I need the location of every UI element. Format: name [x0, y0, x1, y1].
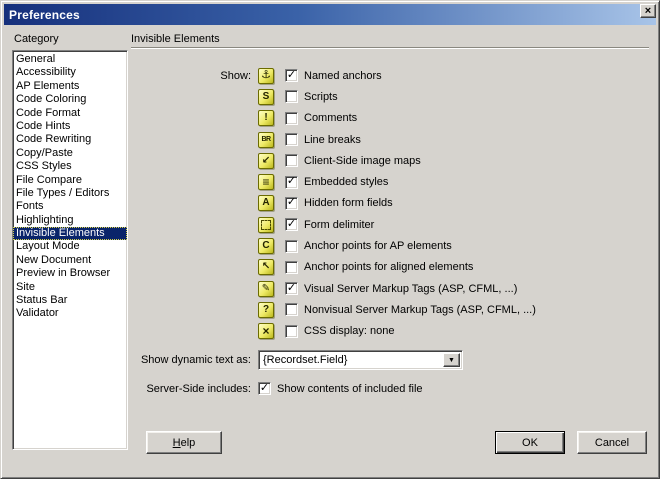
category-list-item[interactable]: General	[13, 53, 127, 66]
show-label: Show:	[131, 70, 258, 82]
category-list-item[interactable]: Status Bar	[13, 294, 127, 307]
visual-server-markup-icon: ✎	[258, 281, 274, 297]
element-checkbox-label: Nonvisual Server Markup Tags (ASP, CFML,…	[304, 304, 653, 316]
category-list: GeneralAccessibilityAP ElementsCode Colo…	[12, 50, 128, 450]
category-list-item[interactable]: Invisible Elements	[13, 227, 127, 240]
category-list-item[interactable]: Code Coloring	[13, 93, 127, 106]
ap-element-anchor-icon: C	[258, 238, 274, 254]
form-delimiter-icon	[258, 217, 274, 233]
title-bar[interactable]: Preferences	[4, 4, 656, 25]
category-list-item[interactable]: Code Format	[13, 107, 127, 120]
invisible-element-row: ✎ ✓ Visual Server Markup Tags (ASP, CFML…	[131, 278, 653, 299]
element-checkbox[interactable]	[285, 154, 298, 167]
element-checkbox-label: CSS display: none	[304, 325, 653, 337]
category-list-item[interactable]: New Document	[13, 254, 127, 267]
category-list-item[interactable]: AP Elements	[13, 80, 127, 93]
element-checkbox[interactable]	[285, 133, 298, 146]
element-checkbox[interactable]	[285, 90, 298, 103]
dynamic-text-value: {Recordset.Field}	[263, 354, 347, 366]
element-checkbox-label: Scripts	[304, 91, 653, 103]
image-map-icon: ↙	[258, 153, 274, 169]
invisible-element-row: Show: ⚓ ✓ Named anchors	[131, 65, 653, 86]
css-display-none-icon: ×	[258, 323, 274, 339]
category-list-item[interactable]: CSS Styles	[13, 160, 127, 173]
invisible-element-row: ✓ Form delimiter	[131, 214, 653, 235]
category-list-item[interactable]: Accessibility	[13, 66, 127, 79]
invisible-element-row: S Scripts	[131, 86, 653, 107]
invisible-element-row: ? Nonvisual Server Markup Tags (ASP, CFM…	[131, 299, 653, 320]
element-checkbox-label: Anchor points for aligned elements	[304, 261, 653, 273]
element-checkbox-label: Anchor points for AP elements	[304, 240, 653, 252]
element-checkbox[interactable]: ✓	[285, 176, 298, 189]
category-list-item[interactable]: Site	[13, 281, 127, 294]
server-side-includes-checkbox[interactable]: ✓	[258, 382, 271, 395]
category-list-item[interactable]: Preview in Browser	[13, 267, 127, 280]
aligned-element-anchor-icon: ↖	[258, 259, 274, 275]
category-list-item[interactable]: Fonts	[13, 200, 127, 213]
element-checkbox-label: Comments	[304, 112, 653, 124]
element-checkbox-label: Form delimiter	[304, 219, 653, 231]
named-anchor-icon: ⚓	[258, 68, 274, 84]
element-checkbox-label: Line breaks	[304, 134, 653, 146]
server-side-checkbox-label: Show contents of included file	[277, 383, 653, 395]
element-checkbox[interactable]	[285, 325, 298, 338]
element-checkbox-label: Visual Server Markup Tags (ASP, CFML, ..…	[304, 283, 653, 295]
category-list-item[interactable]: Copy/Paste	[13, 147, 127, 160]
element-checkbox[interactable]	[285, 112, 298, 125]
chevron-down-icon[interactable]: ▼	[443, 353, 460, 367]
help-button[interactable]: Help	[146, 431, 222, 454]
invisible-element-row: A ✓ Hidden form fields	[131, 193, 653, 214]
invisible-element-row: ↖ Anchor points for aligned elements	[131, 257, 653, 278]
server-side-label: Server-Side includes:	[131, 383, 258, 395]
divider	[131, 47, 649, 49]
nonvisual-server-markup-icon: ?	[258, 302, 274, 318]
element-checkbox-label: Embedded styles	[304, 176, 653, 188]
embedded-style-icon: ≡	[258, 174, 274, 190]
ok-button[interactable]: OK	[495, 431, 565, 454]
line-break-icon: BR	[258, 132, 274, 148]
window-title: Preferences	[9, 8, 80, 22]
element-checkbox[interactable]	[285, 240, 298, 253]
element-checkbox[interactable]	[285, 303, 298, 316]
close-icon[interactable]: ×	[640, 4, 656, 18]
element-checkbox-label: Client-Side image maps	[304, 155, 653, 167]
category-list-item[interactable]: File Types / Editors	[13, 187, 127, 200]
comment-icon: !	[258, 110, 274, 126]
invisible-element-row: ↙ Client-Side image maps	[131, 150, 653, 171]
category-list-item[interactable]: Code Rewriting	[13, 133, 127, 146]
category-list-item[interactable]: Highlighting	[13, 214, 127, 227]
category-list-item[interactable]: Validator	[13, 307, 127, 320]
category-list-item[interactable]: File Compare	[13, 174, 127, 187]
server-side-includes-row: Server-Side includes: ✓ Show contents of…	[131, 380, 653, 397]
dynamic-text-label: Show dynamic text as:	[131, 354, 258, 366]
preferences-dialog: Preferences × Category GeneralAccessibil…	[0, 0, 660, 479]
page-title: Invisible Elements	[131, 33, 220, 45]
invisible-elements-options: Show: ⚓ ✓ Named anchors S Scripts ! Comm…	[131, 65, 653, 342]
invisible-element-row: BR Line breaks	[131, 129, 653, 150]
category-list-item[interactable]: Layout Mode	[13, 240, 127, 253]
cancel-button[interactable]: Cancel	[577, 431, 647, 454]
element-checkbox[interactable]: ✓	[285, 197, 298, 210]
hidden-form-field-icon: A	[258, 195, 274, 211]
invisible-element-row: ! Comments	[131, 108, 653, 129]
element-checkbox-label: Hidden form fields	[304, 197, 653, 209]
category-list-item[interactable]: Code Hints	[13, 120, 127, 133]
element-checkbox[interactable]: ✓	[285, 69, 298, 82]
element-checkbox[interactable]: ✓	[285, 282, 298, 295]
invisible-element-row: ≡ ✓ Embedded styles	[131, 171, 653, 192]
element-checkbox-label: Named anchors	[304, 70, 653, 82]
dynamic-text-dropdown[interactable]: {Recordset.Field} ▼	[258, 350, 463, 370]
invisible-element-row: C Anchor points for AP elements	[131, 235, 653, 256]
dynamic-text-row: Show dynamic text as: {Recordset.Field} …	[131, 350, 653, 370]
script-icon: S	[258, 89, 274, 105]
category-label: Category	[14, 33, 59, 45]
element-checkbox[interactable]	[285, 261, 298, 274]
element-checkbox[interactable]: ✓	[285, 218, 298, 231]
invisible-element-row: × CSS display: none	[131, 321, 653, 342]
